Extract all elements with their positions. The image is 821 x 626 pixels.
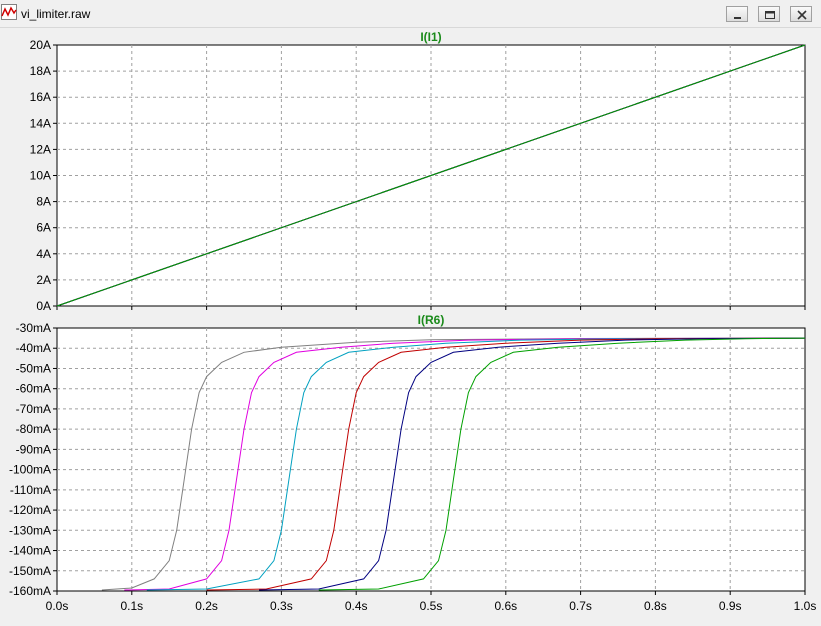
x-tick-label: 0.0s (46, 599, 69, 613)
x-tick-label: 0.1s (120, 599, 143, 613)
x-tick-label: 0.2s (195, 599, 218, 613)
y-tick-label: -150mA (9, 564, 51, 578)
x-tick-label: 0.3s (270, 599, 293, 613)
x-tick-label: 0.4s (345, 599, 368, 613)
y-tick-label: -30mA (16, 321, 51, 335)
close-button[interactable] (790, 6, 812, 22)
waveform-window: vi_limiter.raw 0A 2A 4A 6A 8A 10A 12A 14A 16A 18A… (0, 0, 821, 626)
y-tick-label: -160mA (9, 584, 51, 598)
y-tick-label: 20A (30, 38, 51, 52)
minimize-button[interactable] (726, 6, 748, 22)
y-tick-label: -120mA (9, 503, 51, 517)
x-tick-label: 0.8s (644, 599, 667, 613)
x-tick-label: 0.5s (420, 599, 443, 613)
x-tick-label: 0.6s (494, 599, 517, 613)
y-tick-label: 4A (36, 247, 51, 261)
y-tick-label: 6A (36, 221, 51, 235)
minimize-icon (734, 17, 741, 19)
y-tick-label: 16A (30, 90, 51, 104)
y-tick-label: -40mA (16, 341, 51, 355)
waveform-icon (1, 4, 17, 20)
restore-button[interactable] (758, 6, 780, 22)
trace-name-lower[interactable]: I(R6) (418, 313, 445, 327)
close-icon (797, 10, 807, 20)
waveform-plot[interactable]: 0A 2A 4A 6A 8A 10A 12A 14A 16A 18A 20A I(I1) 0.0s 0.1… (0, 27, 821, 626)
y-tick-label: 12A (30, 142, 51, 156)
y-tick-label: 8A (36, 195, 51, 209)
y-tick-label: 18A (30, 64, 51, 78)
y-tick-label: 0A (36, 299, 51, 313)
y-tick-label: -100mA (9, 463, 51, 477)
y-tick-label: -60mA (16, 382, 51, 396)
x-tick-label: 0.7s (569, 599, 592, 613)
window-title: vi_limiter.raw (21, 7, 91, 21)
y-tick-label: 2A (36, 273, 51, 287)
x-tick-label: 1.0s (794, 599, 817, 613)
y-tick-label: -110mA (10, 483, 51, 497)
y-tick-label: -70mA (16, 402, 51, 416)
title-bar[interactable]: vi_limiter.raw (0, 0, 821, 28)
y-tick-label: -130mA (9, 523, 51, 537)
y-tick-label: -80mA (16, 422, 51, 436)
trace-name-upper[interactable]: I(I1) (420, 30, 441, 44)
y-tick-label: -140mA (9, 544, 51, 558)
y-tick-label: -90mA (16, 442, 51, 456)
y-tick-label: 10A (30, 169, 51, 183)
restore-icon (765, 11, 775, 19)
y-tick-label: -50mA (16, 361, 51, 375)
x-tick-label: 0.9s (719, 599, 742, 613)
y-tick-label: 14A (30, 116, 51, 130)
